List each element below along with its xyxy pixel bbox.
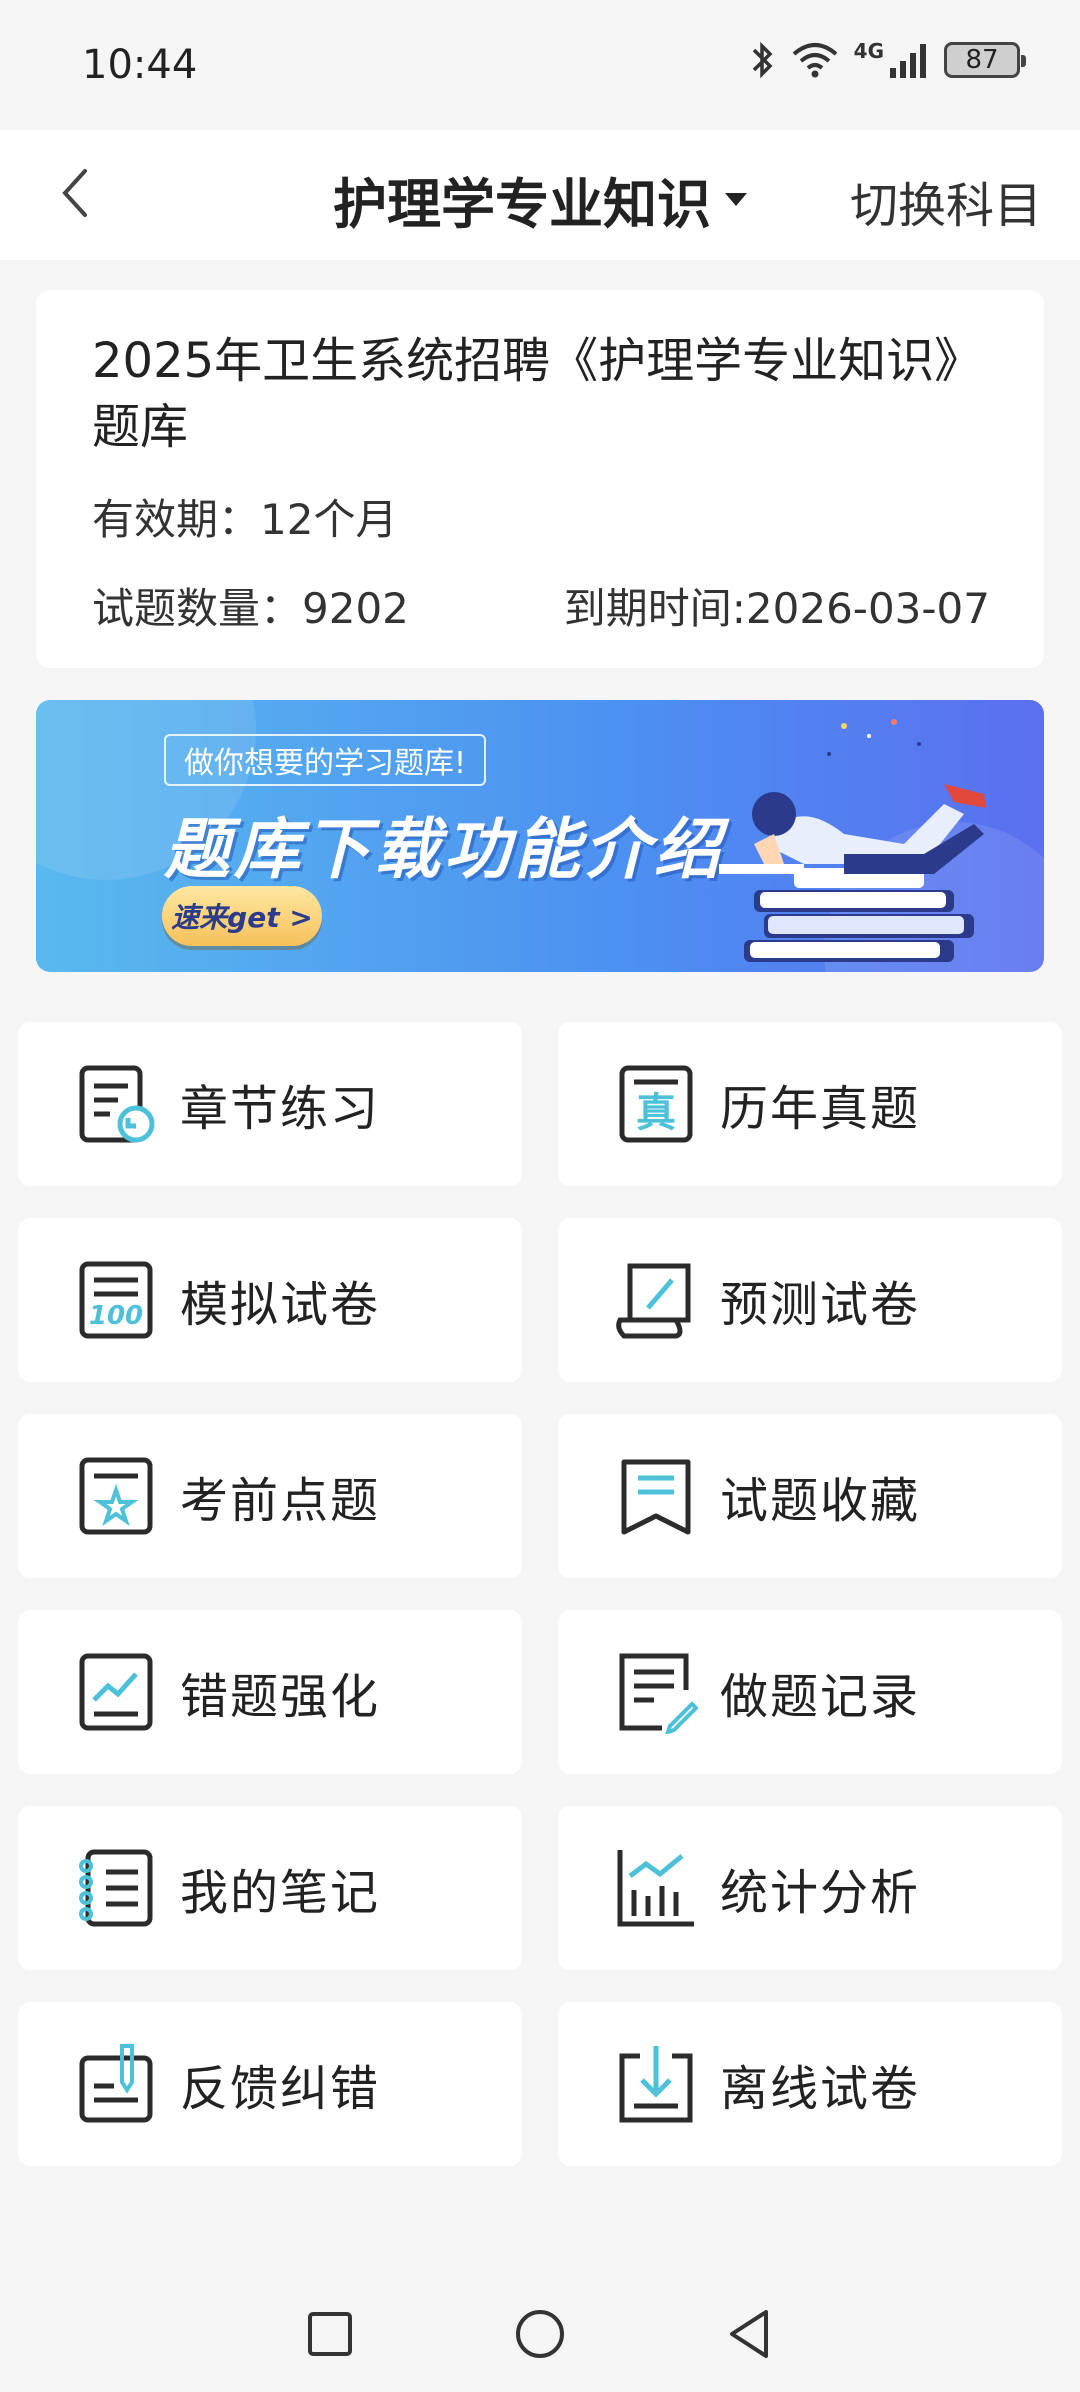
tile-label: 离线试卷 bbox=[720, 2061, 921, 2117]
history-icon bbox=[614, 1650, 698, 1734]
network-type: 4G bbox=[853, 39, 884, 63]
tile-label: 我的笔记 bbox=[180, 1865, 381, 1921]
bluetooth-icon bbox=[752, 41, 773, 79]
tile-label: 试题收藏 bbox=[720, 1473, 921, 1529]
menu-tile-offline-exams[interactable]: 离线试卷 bbox=[558, 2002, 1062, 2166]
menu-tile-history[interactable]: 做题记录 bbox=[558, 1610, 1062, 1774]
menu-tile-past-exams[interactable]: 真 历年真题 bbox=[558, 1022, 1062, 1186]
header-bar: 护理学专业知识 切换科目 bbox=[0, 130, 1080, 260]
question-count: 试题数量：9202 bbox=[92, 584, 409, 633]
battery-level: 87 bbox=[965, 45, 999, 75]
wifi-icon bbox=[792, 43, 837, 78]
menu-tile-mock-exams[interactable]: 100 模拟试卷 bbox=[18, 1218, 522, 1382]
menu-tile-key-points[interactable]: 考前点题 bbox=[18, 1414, 522, 1578]
count-expiry-row: 试题数量：9202 到期时间:2026-03-07 bbox=[92, 575, 990, 636]
home-button[interactable] bbox=[514, 2308, 566, 2360]
signal-icon bbox=[890, 44, 926, 78]
chapter-practice-icon bbox=[74, 1062, 158, 1146]
tile-label: 模拟试卷 bbox=[180, 1277, 381, 1333]
menu-tile-feedback[interactable]: 反馈纠错 bbox=[18, 2002, 522, 2166]
feature-grid: 章节练习 真 历年真题 100 模拟试卷 预测试卷 考前点题 试题收藏 错题强化… bbox=[18, 1022, 1062, 2166]
menu-tile-forecast-exams[interactable]: 预测试卷 bbox=[558, 1218, 1062, 1382]
caret-down-icon bbox=[725, 193, 747, 206]
statistics-icon bbox=[614, 1846, 698, 1930]
download-feature-banner[interactable]: 做你想要的学习题库! 题库下载功能介绍 速来get > bbox=[36, 700, 1044, 972]
tile-label: 统计分析 bbox=[720, 1865, 921, 1921]
bookmark-icon bbox=[614, 1454, 698, 1538]
tile-label: 考前点题 bbox=[180, 1473, 381, 1529]
system-navigation-bar bbox=[0, 2276, 1080, 2392]
banner-tag: 做你想要的学习题库! bbox=[164, 734, 487, 786]
battery-icon: 87 bbox=[944, 42, 1026, 78]
status-time: 10:44 bbox=[82, 42, 198, 88]
system-back-button[interactable] bbox=[726, 2308, 774, 2360]
tile-label: 反馈纠错 bbox=[180, 2061, 381, 2117]
svg-text:100: 100 bbox=[89, 1301, 143, 1331]
mock-exam-icon: 100 bbox=[74, 1258, 158, 1342]
tile-label: 章节练习 bbox=[180, 1081, 381, 1137]
banner-get-button[interactable]: 速来get > bbox=[162, 886, 322, 946]
status-bar: 10:44 4G 87 bbox=[0, 0, 1080, 130]
studying-illustration bbox=[719, 719, 986, 962]
menu-tile-chapter-practice[interactable]: 章节练习 bbox=[18, 1022, 522, 1186]
tile-label: 预测试卷 bbox=[720, 1277, 921, 1333]
tile-label: 做题记录 bbox=[720, 1669, 921, 1725]
tile-label: 历年真题 bbox=[720, 1081, 921, 1137]
recent-apps-button[interactable] bbox=[306, 2310, 354, 2358]
feedback-icon bbox=[74, 2042, 158, 2126]
tile-label: 错题强化 bbox=[180, 1669, 381, 1725]
download-icon bbox=[614, 2042, 698, 2126]
status-icons: 4G 87 bbox=[750, 39, 1026, 80]
banner-heading: 题库下载功能介绍 bbox=[164, 811, 724, 888]
svg-text:真: 真 bbox=[636, 1090, 676, 1136]
bank-title: 2025年卫生系统招聘《护理学专业知识》题库 bbox=[92, 333, 959, 455]
menu-tile-notes[interactable]: 我的笔记 bbox=[18, 1806, 522, 1970]
switch-subject-button[interactable]: 切换科目 bbox=[850, 166, 1042, 236]
menu-tile-bookmarks[interactable]: 试题收藏 bbox=[558, 1414, 1062, 1578]
validity-text: 有效期：12个月 bbox=[92, 495, 398, 544]
menu-tile-statistics[interactable]: 统计分析 bbox=[558, 1806, 1062, 1970]
expiry-date: 到期时间:2026-03-07 bbox=[563, 584, 990, 633]
page-title: 护理学专业知识 bbox=[333, 173, 711, 236]
question-bank-info-card: 2025年卫生系统招聘《护理学专业知识》题库 有效期：12个月 试题数量：920… bbox=[36, 290, 1044, 668]
notes-icon bbox=[74, 1846, 158, 1930]
past-exam-icon: 真 bbox=[614, 1062, 698, 1146]
menu-tile-mistakes[interactable]: 错题强化 bbox=[18, 1610, 522, 1774]
forecast-exam-icon bbox=[614, 1258, 698, 1342]
mistakes-icon bbox=[74, 1650, 158, 1734]
key-points-icon bbox=[74, 1454, 158, 1538]
